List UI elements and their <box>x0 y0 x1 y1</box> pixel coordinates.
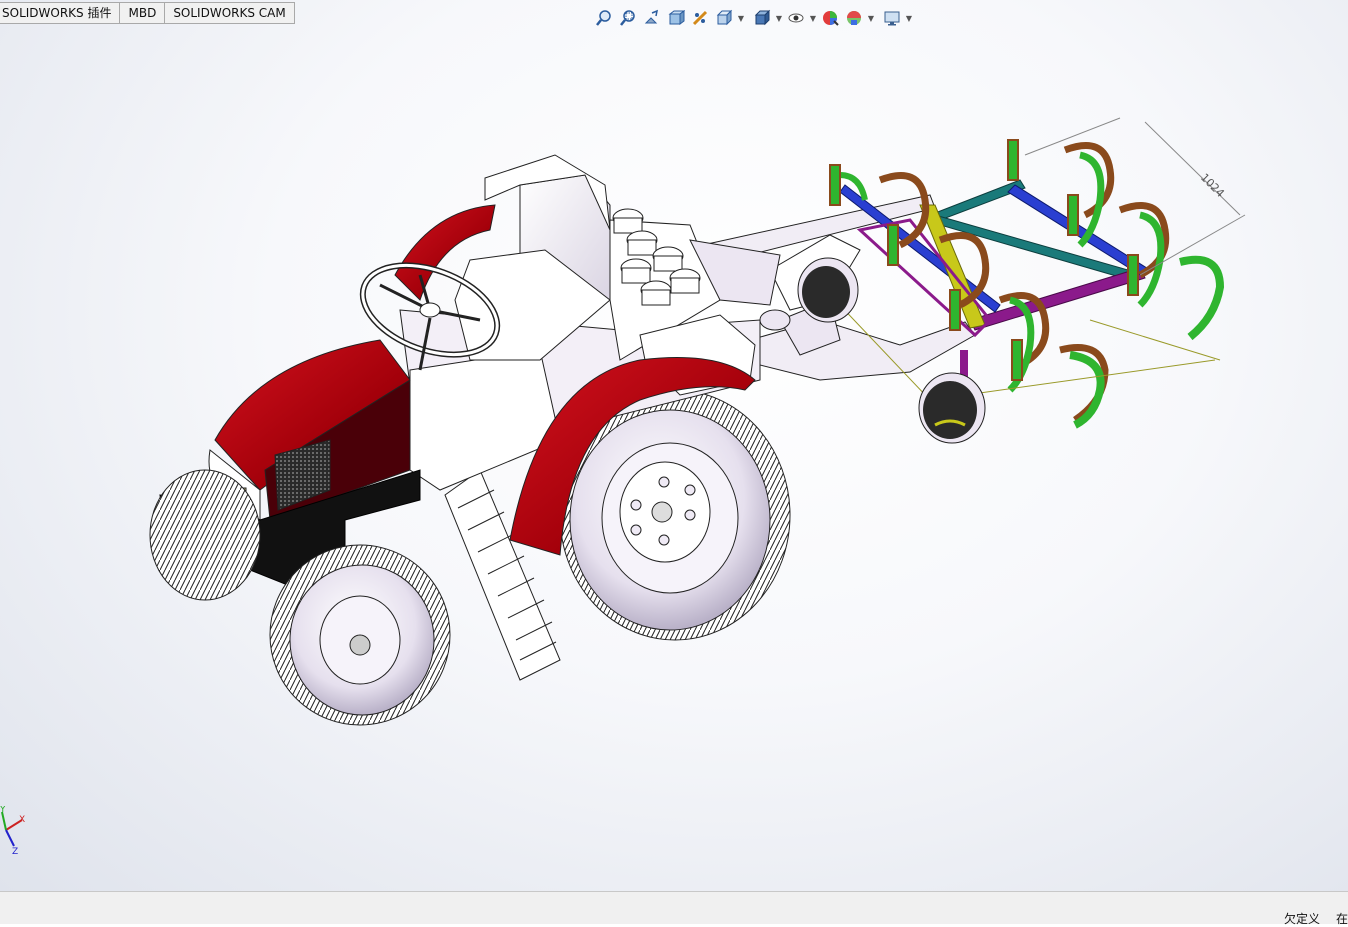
previous-view-icon[interactable] <box>640 6 664 30</box>
status-extra: 在 <box>1336 912 1348 926</box>
graphics-area[interactable]: SOLIDWORKS 插件 MBD SOLIDWORKS CAM ▼ ▼ ▼ ▼… <box>0 0 1348 891</box>
gauge-wheel-rear <box>918 350 986 444</box>
tab-mbd[interactable]: MBD <box>120 2 166 24</box>
triad-y-label: Y <box>0 806 6 815</box>
view-settings-dropdown-icon[interactable]: ▼ <box>904 6 914 30</box>
display-style-dropdown-icon[interactable]: ▼ <box>774 6 784 30</box>
display-style-icon[interactable] <box>750 6 774 30</box>
tractor-cultivator-model[interactable]: 1024 <box>0 0 1348 891</box>
heads-up-view-toolbar: ▼ ▼ ▼ ▼ ▼ <box>592 6 914 30</box>
hide-show-items-dropdown-icon[interactable]: ▼ <box>808 6 818 30</box>
dynamic-annotation-views-icon[interactable] <box>688 6 712 30</box>
front-right-tire <box>269 544 451 726</box>
command-manager-tabs: SOLIDWORKS 插件 MBD SOLIDWORKS CAM <box>0 2 295 24</box>
triad-z-label: Z <box>12 847 18 857</box>
tab-solidworks-cam[interactable]: SOLIDWORKS CAM <box>165 2 295 24</box>
reference-triad: X Y Z <box>0 806 25 857</box>
view-orientation-icon[interactable] <box>712 6 736 30</box>
dimension-value[interactable]: 1024 <box>1198 171 1227 200</box>
section-view-icon[interactable] <box>664 6 688 30</box>
apply-scene-dropdown-icon[interactable]: ▼ <box>866 6 876 30</box>
status-bar: 欠定义 在 <box>0 891 1348 926</box>
status-definition: 欠定义 <box>1284 912 1321 926</box>
gauge-wheel-front <box>797 257 859 323</box>
zoom-to-area-icon[interactable] <box>616 6 640 30</box>
cultivator-tines <box>839 142 1225 429</box>
tab-solidworks-addins[interactable]: SOLIDWORKS 插件 <box>0 2 121 24</box>
front-left-tire <box>149 469 261 601</box>
view-orientation-dropdown-icon[interactable]: ▼ <box>736 6 746 30</box>
edit-appearance-icon[interactable] <box>818 6 842 30</box>
zoom-to-fit-icon[interactable] <box>592 6 616 30</box>
hide-show-items-icon[interactable] <box>784 6 808 30</box>
triad-x-label: X <box>19 815 25 825</box>
view-settings-icon[interactable] <box>880 6 904 30</box>
apply-scene-icon[interactable] <box>842 6 866 30</box>
